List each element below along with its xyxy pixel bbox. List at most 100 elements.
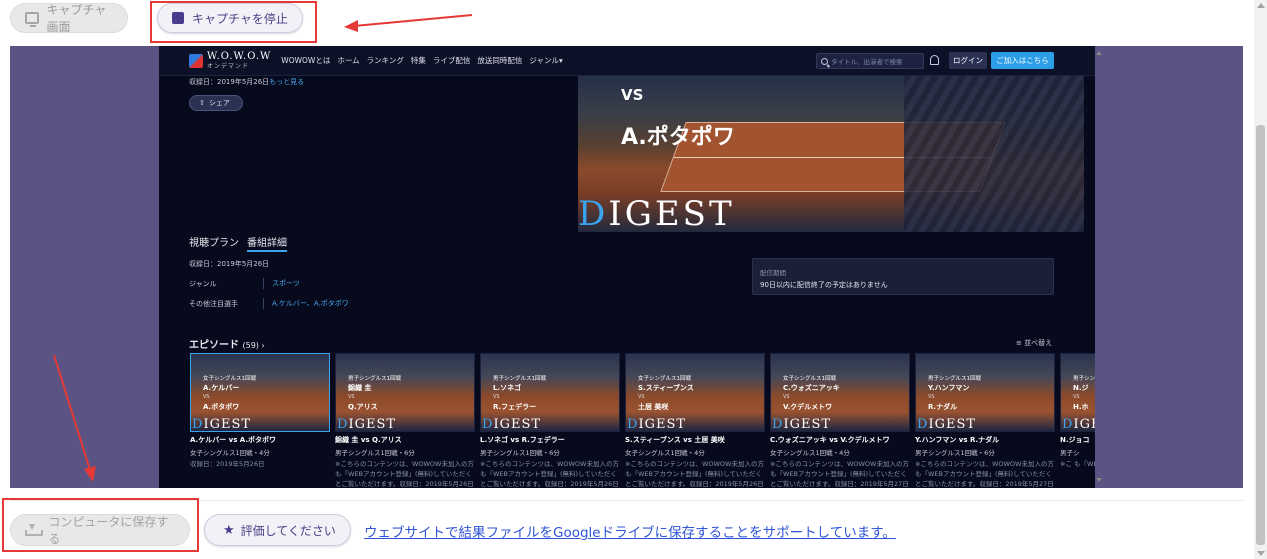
episode-thumbnail[interactable]: 女子シングルス1回戦 C.ウォズニアッキ VS V.クデルメトワ DIGEST <box>770 353 910 432</box>
scroll-down-icon[interactable] <box>1257 551 1265 556</box>
episode-thumbnail[interactable]: 女子シングルス1回戦 S.スティーブンス VS 土居 美咲 DIGEST <box>625 353 765 432</box>
episode-card[interactable]: 男子シングルス1回戦 Y.ハンフマン VS R.ナダル DIGEST Y.ハンフマン vs… <box>915 353 1055 488</box>
episode-card[interactable]: 男子シングルス1回戦 N.ジ VS H.ホ DIGEST N.ジョコ男子シ ※こ も「WE … <box>1060 353 1095 469</box>
episode-category: 男子シングルス1回戦 <box>1073 376 1095 382</box>
digest-rest: IGEST <box>348 417 397 432</box>
players-link[interactable]: A.ケルバー、A.ポタポワ <box>272 300 349 308</box>
episode-name[interactable]: Y.ハンフマン vs R.ナダル <box>915 435 1055 445</box>
episodes-heading[interactable]: エピソード (59) › <box>189 336 265 351</box>
page-scrollbar[interactable] <box>1254 0 1267 559</box>
episode-thumbnail[interactable]: 男子シングルス1回戦 L.ソネゴ VS R.フェデラー DIGEST <box>480 353 620 432</box>
login-button[interactable]: ログイン <box>949 52 987 69</box>
episodes-title: エピソード <box>189 340 239 351</box>
hero-image: VS A.ポタポワ DIGEST <box>578 76 1084 232</box>
episode-player-1: C.ウォズニアッキ <box>783 384 840 392</box>
delivery-label: 配信期間 <box>760 269 786 277</box>
tab-plan[interactable]: 視聴プラン <box>189 234 239 252</box>
nav-item-home[interactable]: ホーム <box>337 55 359 66</box>
episode-thumbnail[interactable]: 男子シングルス1回戦 N.ジ VS H.ホ DIGEST <box>1060 353 1095 432</box>
hero-player: A.ポタポワ <box>621 125 735 150</box>
episode-name[interactable]: S.スティーブンス vs 土居 美咲 <box>625 435 765 445</box>
digest-initial: D <box>1062 417 1074 432</box>
episode-name[interactable]: A.ケルバー vs A.ポタポワ <box>190 435 330 445</box>
episode-subtitle: 男子シ <box>1060 449 1080 457</box>
episode-player-1: Y.ハンフマン <box>928 384 970 392</box>
share-button[interactable]: ⇧ シェア <box>189 95 243 111</box>
episode-card[interactable]: 女子シングルス1回戦 S.スティーブンス VS 土居 美咲 DIGEST S.スティーブン… <box>625 353 765 488</box>
nav-item-live[interactable]: ライブ配信 <box>433 55 471 66</box>
capture-screen-button[interactable]: キャプチャ画面 <box>10 3 128 34</box>
share-label: シェア <box>208 99 230 107</box>
episode-vs: VS <box>783 394 790 400</box>
digest-rest: IGEST <box>783 417 832 432</box>
episode-note: ※こちらのコンテンツは、WOWOW未加入の方も「WEBアカウント登録」(無料)し… <box>480 460 619 488</box>
logo-subtext: オンデマンド <box>207 62 250 70</box>
capture-screen-label: キャプチャ画面 <box>46 3 107 34</box>
episode-category: 女子シングルス1回戦 <box>783 376 836 382</box>
site-search-input[interactable]: タイトル、出演者で検索 <box>816 53 924 69</box>
episode-thumbnail[interactable]: 女子シングルス1回戦 A.ケルバー VS A.ポタポワ DIGEST <box>190 353 330 432</box>
google-drive-support-link[interactable]: ウェブサイトで結果ファイルをGoogleドライブに保存することをサポートしていま… <box>364 521 896 541</box>
episode-vs: VS <box>1073 394 1080 400</box>
episode-digest: DIGEST <box>772 417 832 432</box>
tab-details[interactable]: 番組詳細 <box>247 234 287 252</box>
episode-card[interactable]: 男子シングルス1回戦 錦織 圭 VS Q.アリス DIGEST 錦織 圭 vs Q.アリス… <box>335 353 475 488</box>
rate-label: 評価してください <box>240 523 336 538</box>
episode-player-2: Q.アリス <box>348 403 378 411</box>
episode-category: 男子シングルス1回戦 <box>928 376 981 382</box>
episode-player-2: 土居 美咲 <box>638 403 669 411</box>
episode-name[interactable]: N.ジョコ <box>1060 435 1095 445</box>
nav-item-feature[interactable]: 特集 <box>411 55 426 66</box>
more-link[interactable]: もっと見る <box>269 78 304 86</box>
episode-name[interactable]: C.ウォズニアッキ vs V.クデルメトワ <box>770 435 910 445</box>
rate-button[interactable]: ★ 評価してください <box>204 514 351 546</box>
digest-rest: IGEST <box>638 417 687 432</box>
episode-digest: DIGEST <box>337 417 397 432</box>
bell-icon[interactable] <box>930 55 939 65</box>
digest-rest: IGEST <box>928 417 977 432</box>
recorded-date-top: 収録日：2019年5月26日もっと見る <box>189 77 304 87</box>
highlight-box-save <box>2 498 199 552</box>
scroll-thumb[interactable] <box>1256 125 1265 545</box>
episode-note: 収録日：2019年5月26日 <box>190 460 265 468</box>
digest-initial: D <box>772 417 784 432</box>
detail-genre-row: ジャンル スポーツ <box>189 278 300 289</box>
genre-link[interactable]: スポーツ <box>272 280 300 288</box>
nav-item-ranking[interactable]: ランキング <box>367 55 404 66</box>
episode-note: ※こちらのコンテンツは、WOWOW未加入の方も「WEBアカウント登録」(無料)し… <box>625 460 764 488</box>
nav-item-genre[interactable]: ジャンル▾ <box>529 55 562 66</box>
episode-name[interactable]: L.ソネゴ vs R.フェデラー <box>480 435 620 445</box>
scroll-up-icon[interactable] <box>1257 3 1265 8</box>
episode-digest: DIGEST <box>627 417 687 432</box>
site-nav: WOWOWとは ホーム ランキング 特集 ライブ配信 放送同時配信 ジャンル▾ <box>281 55 563 66</box>
captured-website: W.O.W.O.W オンデマンド WOWOWとは ホーム ランキング 特集 ライ… <box>159 46 1095 488</box>
episode-card[interactable]: 女子シングルス1回戦 A.ケルバー VS A.ポタポワ DIGEST A.ケルバー vs … <box>190 353 330 469</box>
episode-thumbnail[interactable]: 男子シングルス1回戦 Y.ハンフマン VS R.ナダル DIGEST <box>915 353 1055 432</box>
digest-initial: D <box>917 417 929 432</box>
episode-thumbnail[interactable]: 男子シングルス1回戦 錦織 圭 VS Q.アリス DIGEST <box>335 353 475 432</box>
search-placeholder: タイトル、出演者で検索 <box>831 58 903 66</box>
sort-button[interactable]: ≡ 並べ替え <box>1016 338 1052 348</box>
site-logo[interactable]: W.O.W.O.W オンデマンド <box>189 51 271 70</box>
episode-vs: VS <box>348 394 355 400</box>
episode-card[interactable]: 女子シングルス1回戦 C.ウォズニアッキ VS V.クデルメトワ DIGEST C.ウォズ… <box>770 353 910 488</box>
join-button[interactable]: ご加入はこちら <box>991 52 1054 69</box>
detail-recorded: 収録日：2019年5月26日 <box>189 260 270 268</box>
episode-note: ※こ も「WE ご覧い <box>1060 460 1095 468</box>
digest-rest: IGEST <box>608 194 735 232</box>
episode-digest: DIGEST <box>1062 417 1095 432</box>
episode-player-2: R.ナダル <box>928 403 958 411</box>
monitor-icon <box>25 12 39 27</box>
arrow-top <box>353 14 473 27</box>
nav-item-about[interactable]: WOWOWとは <box>281 55 330 66</box>
episode-name[interactable]: 錦織 圭 vs Q.アリス <box>335 435 475 445</box>
episode-card[interactable]: 男子シングルス1回戦 L.ソネゴ VS R.フェデラー DIGEST L.ソネゴ vs R… <box>480 353 620 488</box>
genre-key: ジャンル <box>189 279 217 288</box>
nav-item-simulcast[interactable]: 放送同時配信 <box>477 55 522 66</box>
episode-player-1: A.ケルバー <box>203 384 240 392</box>
episode-player-1: N.ジ <box>1073 384 1089 392</box>
episode-subtitle: 女子シングルス1回戦・4分 <box>190 449 270 457</box>
episode-vs: VS <box>493 394 500 400</box>
episode-note: ※こちらのコンテンツは、WOWOW未加入の方も「WEBアカウント登録」(無料)し… <box>335 460 474 488</box>
digest-initial: D <box>578 194 609 232</box>
